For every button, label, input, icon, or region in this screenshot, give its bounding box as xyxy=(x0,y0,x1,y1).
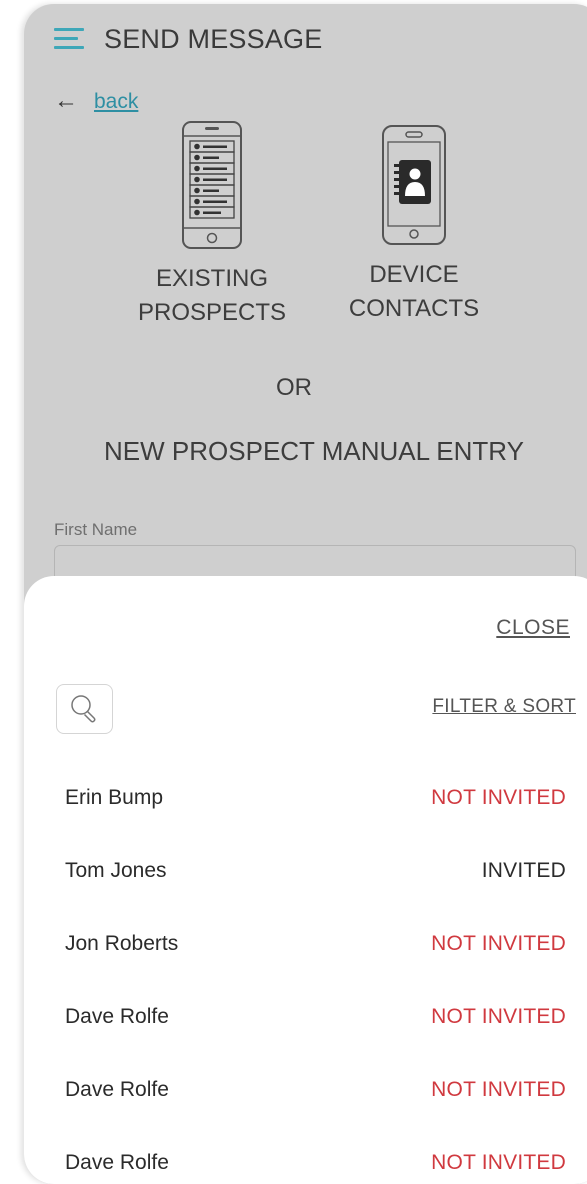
invite-status: NOT INVITED xyxy=(431,786,566,809)
first-name-label: First Name xyxy=(54,520,138,539)
device-contacts-button[interactable]: DEVICE CONTACTS xyxy=(324,124,504,326)
search-button[interactable] xyxy=(56,684,113,734)
list-item[interactable]: Dave Rolfe NOT INVITED xyxy=(24,985,587,1058)
prospect-name: Tom Jones xyxy=(65,859,167,882)
page-title: SEND MESSAGE xyxy=(104,24,323,54)
invite-status: NOT INVITED xyxy=(431,1078,566,1101)
manual-entry-heading: NEW PROSPECT MANUAL ENTRY xyxy=(104,436,524,466)
prospect-list: Erin Bump NOT INVITED Tom Jones INVITED … xyxy=(24,766,587,1184)
list-item[interactable]: Erin Bump NOT INVITED xyxy=(24,766,587,839)
phone-list-icon xyxy=(182,121,242,249)
back-link[interactable]: back xyxy=(94,90,138,113)
prospect-name: Dave Rolfe xyxy=(65,1005,169,1028)
prospect-list-sheet: CLOSE FILTER & SORT Erin Bump NOT INVITE… xyxy=(24,576,587,1184)
list-item[interactable]: Jon Roberts NOT INVITED xyxy=(24,912,587,985)
invite-status: NOT INVITED xyxy=(431,1151,566,1174)
list-item[interactable]: Tom Jones INVITED xyxy=(24,839,587,912)
close-button[interactable]: CLOSE xyxy=(496,616,570,640)
existing-label-line2: PROSPECTS xyxy=(137,299,287,326)
invite-status: INVITED xyxy=(481,859,566,882)
existing-prospects-button[interactable]: EXISTING PROSPECTS xyxy=(122,120,302,330)
invite-status: NOT INVITED xyxy=(431,1005,566,1028)
prospect-name: Dave Rolfe xyxy=(65,1078,169,1101)
prospect-name: Dave Rolfe xyxy=(65,1151,169,1174)
or-divider-text: OR xyxy=(276,374,312,401)
existing-label-line1: EXISTING xyxy=(155,265,269,292)
list-item[interactable]: Dave Rolfe NOT INVITED xyxy=(24,1131,587,1184)
prospect-name: Erin Bump xyxy=(65,786,164,809)
phone-contacts-icon xyxy=(382,125,446,245)
back-arrow-icon[interactable]: ← xyxy=(54,87,78,115)
invite-status: NOT INVITED xyxy=(431,932,566,955)
phone-screen: SEND MESSAGE ← back EXISTING PROSPECTS D… xyxy=(24,4,587,1184)
hamburger-menu-icon[interactable] xyxy=(54,28,84,50)
app-header: SEND MESSAGE xyxy=(24,4,587,74)
prospect-name: Jon Roberts xyxy=(65,932,179,955)
filter-sort-button[interactable]: FILTER & SORT xyxy=(432,696,576,718)
list-item[interactable]: Dave Rolfe NOT INVITED xyxy=(24,1058,587,1131)
back-nav: ← back xyxy=(54,87,138,115)
search-icon xyxy=(71,695,96,723)
device-label-line2: CONTACTS xyxy=(348,295,480,322)
device-label-line1: DEVICE xyxy=(369,261,459,288)
